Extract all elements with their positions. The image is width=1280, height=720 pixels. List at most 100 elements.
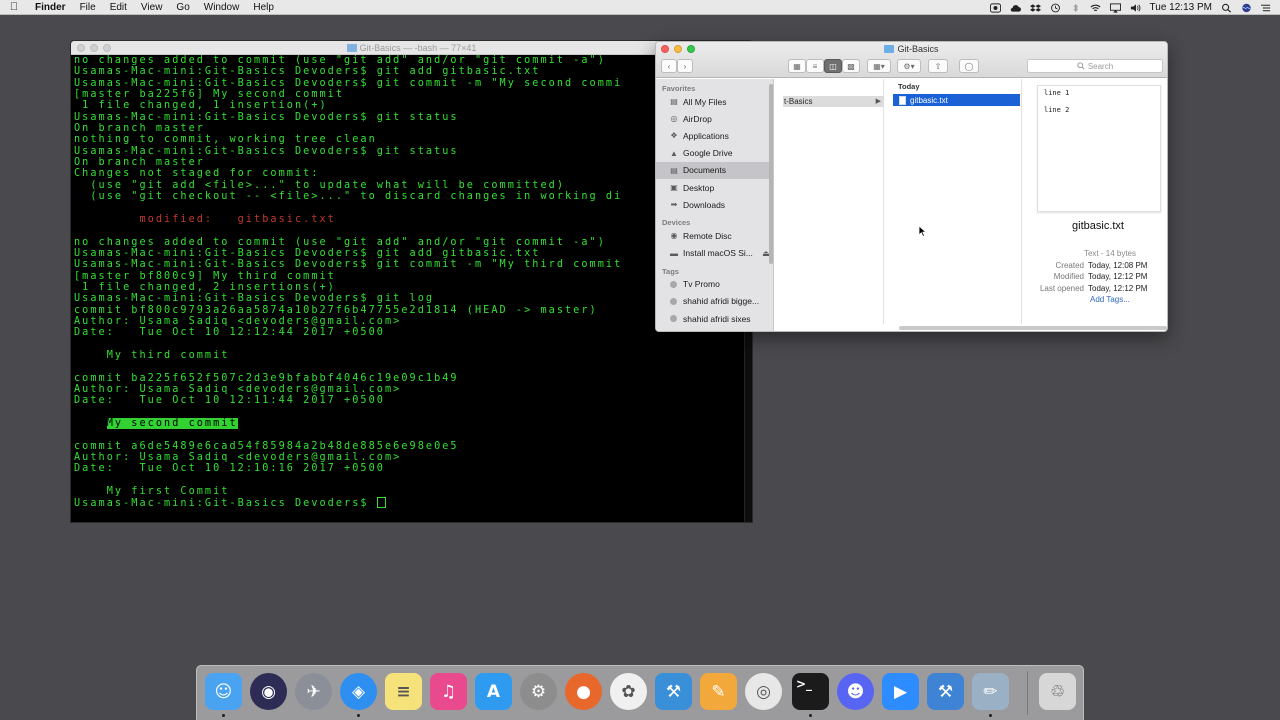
terminal-titlebar[interactable]: Git-Basics — -bash — 77×41 — [71, 41, 752, 55]
terminal-line: On branch master — [74, 157, 205, 169]
mouse-pointer-icon — [918, 225, 927, 237]
menu-go[interactable]: Go — [169, 0, 196, 15]
grid-icon: ▦ — [793, 61, 801, 71]
cover-flow-button[interactable]: ▩ — [842, 59, 860, 73]
preview-thumbnail[interactable]: line 1 line 2 — [1037, 85, 1161, 212]
finder-preview-pane: line 1 line 2 gitbasic.txt Text - 14 byt… — [1028, 79, 1167, 331]
file-item-gitbasic[interactable]: gitbasic.txt — [893, 94, 1020, 106]
system-preferences-icon[interactable]: ⚙ — [520, 673, 557, 710]
action-button[interactable]: ⚙▾ — [897, 59, 921, 73]
finder-icon[interactable]: ☺ — [205, 673, 242, 710]
cloud-icon[interactable] — [1010, 3, 1021, 13]
notes-icon[interactable]: ≡ — [385, 673, 422, 710]
meta-last-opened-label: Last opened — [1039, 283, 1084, 293]
add-tags-link[interactable]: Add Tags... — [1028, 295, 1167, 304]
folder-icon — [346, 44, 357, 52]
sidebar-item-applications[interactable]: ❖ Applications — [656, 127, 773, 144]
terminal-line: commit ba225f652f507c2d3e9bfabbf4046c19e… — [74, 372, 459, 384]
arrange-button[interactable]: ▦▾ — [867, 59, 891, 73]
sidebar-item-remote-disc[interactable]: ◉ Remote Disc — [656, 227, 773, 244]
back-button[interactable]: ‹ — [661, 59, 677, 73]
sidebar-item-airdrop[interactable]: ◎ AirDrop — [656, 110, 773, 127]
sidebar-item-downloads[interactable]: ➡ Downloads — [656, 196, 773, 213]
forward-button[interactable]: › — [677, 59, 693, 73]
finder-column-2: Today gitbasic.txt — [892, 79, 1022, 324]
sidebar-header-tags: Tags — [662, 266, 679, 276]
arrange-icon: ▦▾ — [873, 61, 885, 71]
dropbox-icon[interactable] — [1029, 3, 1041, 13]
text-file-icon — [899, 95, 906, 105]
menu-file[interactable]: File — [73, 0, 103, 15]
horizontal-scrollbar[interactable] — [899, 326, 1167, 330]
preview-metadata: Text - 14 bytes Created Today, 12:08 PM M… — [1028, 249, 1167, 304]
sidebar-item-tag-tv-promo[interactable]: Tv Promo — [656, 276, 773, 293]
safari-icon[interactable]: ◈ — [340, 673, 377, 710]
terminal-line: Usamas-Mac-mini:Git-Basics Devoders$ git… — [74, 145, 459, 157]
xcode-icon[interactable]: ⚒ — [655, 673, 692, 710]
photos-icon[interactable]: ✿ — [610, 673, 647, 710]
terminal-line: commit bf800c9793a26aa5874a10b27f6b47755… — [74, 304, 598, 316]
terminal-line: My first Commit — [74, 486, 230, 498]
edit-tags-button[interactable]: ◯ — [959, 59, 979, 73]
discord-icon[interactable]: ☻ — [837, 673, 874, 710]
sidebar-item-tag-afridi-bigge[interactable]: shahid afridi bigge... — [656, 293, 773, 310]
siri-menu-icon[interactable] — [1241, 3, 1252, 13]
share-button[interactable]: ⇧ — [928, 59, 948, 73]
menu-help[interactable]: Help — [246, 0, 281, 15]
sidebar-item-google-drive[interactable]: ▲ Google Drive — [656, 145, 773, 162]
terminal-icon[interactable]: >_ — [792, 673, 829, 710]
bluetooth-icon[interactable] — [1070, 3, 1081, 13]
column-item-git-basics[interactable]: t-Basics ▶ — [783, 96, 884, 107]
airplay-icon[interactable] — [1109, 2, 1121, 13]
time-machine-icon[interactable] — [1050, 3, 1061, 13]
itunes-icon[interactable]: ♫ — [430, 673, 467, 710]
search-input[interactable]: Search — [1027, 59, 1163, 73]
menu-clock[interactable]: Tue 12:13 PM — [1150, 2, 1212, 13]
terminal-cursor — [376, 497, 386, 509]
app-store-icon[interactable]: A — [475, 673, 512, 710]
sidebar-scrollbar[interactable] — [769, 84, 773, 264]
sidebar-item-all-my-files[interactable]: ▤ All My Files — [656, 93, 773, 110]
xcode-beta-icon[interactable]: ⚒ — [927, 673, 964, 710]
notification-center-icon[interactable] — [1261, 3, 1272, 13]
sidebar-item-install-macos[interactable]: ▬ Install macOS Si... ⏏ — [656, 245, 773, 262]
siri-icon[interactable]: ◉ — [250, 673, 287, 710]
zoom-icon[interactable]: ▶ — [882, 673, 919, 710]
menu-view[interactable]: View — [134, 0, 170, 15]
zoom-button[interactable] — [103, 44, 111, 52]
sidebar-item-documents[interactable]: ▤ Documents — [656, 161, 773, 179]
sidebar-item-tag-afridi-sixes[interactable]: shahid afridi sixes — [656, 310, 773, 327]
terminal-line: Date: Tue Oct 10 12:10:16 2017 +0500 — [74, 463, 385, 475]
chrome-icon[interactable]: ◎ — [745, 673, 782, 710]
firefox-icon[interactable]: ● — [565, 673, 602, 710]
menu-finder[interactable]: Finder — [28, 0, 73, 15]
screen-record-icon[interactable] — [989, 2, 1001, 13]
menu-edit[interactable]: Edit — [103, 0, 134, 15]
list-view-button[interactable]: ≡ — [806, 59, 824, 73]
tag-dot-icon — [670, 297, 677, 305]
meta-created-label: Created — [1055, 260, 1084, 270]
terminal-line: Author: Usama Sadiq <devoders@gmail.com> — [74, 452, 402, 464]
wifi-icon[interactable] — [1090, 3, 1101, 13]
close-button[interactable] — [77, 44, 85, 52]
launchpad-icon[interactable]: ✈ — [295, 673, 332, 710]
terminal-line: [master bf800c9] My third commit — [74, 270, 336, 282]
terminal-window[interactable]: Git-Basics — -bash — 77×41 no changes ad… — [70, 40, 753, 523]
icon-view-button[interactable]: ▦ — [788, 59, 806, 73]
brushes-icon[interactable]: ✏ — [972, 673, 1009, 710]
pages-icon[interactable]: ✎ — [700, 673, 737, 710]
sidebar-item-desktop[interactable]: ▣ Desktop — [656, 179, 773, 196]
spotlight-search-icon[interactable] — [1221, 3, 1232, 13]
terminal-window-controls — [77, 44, 111, 52]
airdrop-icon: ◎ — [670, 114, 678, 124]
terminal-line: commit a6de5489e6cad54f85984a2b48de885e6… — [74, 440, 459, 452]
minimize-button[interactable] — [90, 44, 98, 52]
finder-window[interactable]: Git-Basics ‹ › ▦ ≡ ◫ ▩ ▦▾ ⚙▾ ⇧ ◯ Search … — [655, 41, 1168, 332]
volume-icon[interactable] — [1130, 3, 1141, 13]
apple-menu-icon[interactable]:  — [0, 1, 28, 13]
menu-window[interactable]: Window — [197, 0, 247, 15]
column-view-button[interactable]: ◫ — [824, 59, 842, 73]
trash-icon[interactable]: ♲ — [1039, 673, 1076, 710]
terminal-output[interactable]: no changes added to commit (use "git add… — [71, 55, 752, 509]
preview-line-2: line 2 — [1044, 106, 1070, 114]
